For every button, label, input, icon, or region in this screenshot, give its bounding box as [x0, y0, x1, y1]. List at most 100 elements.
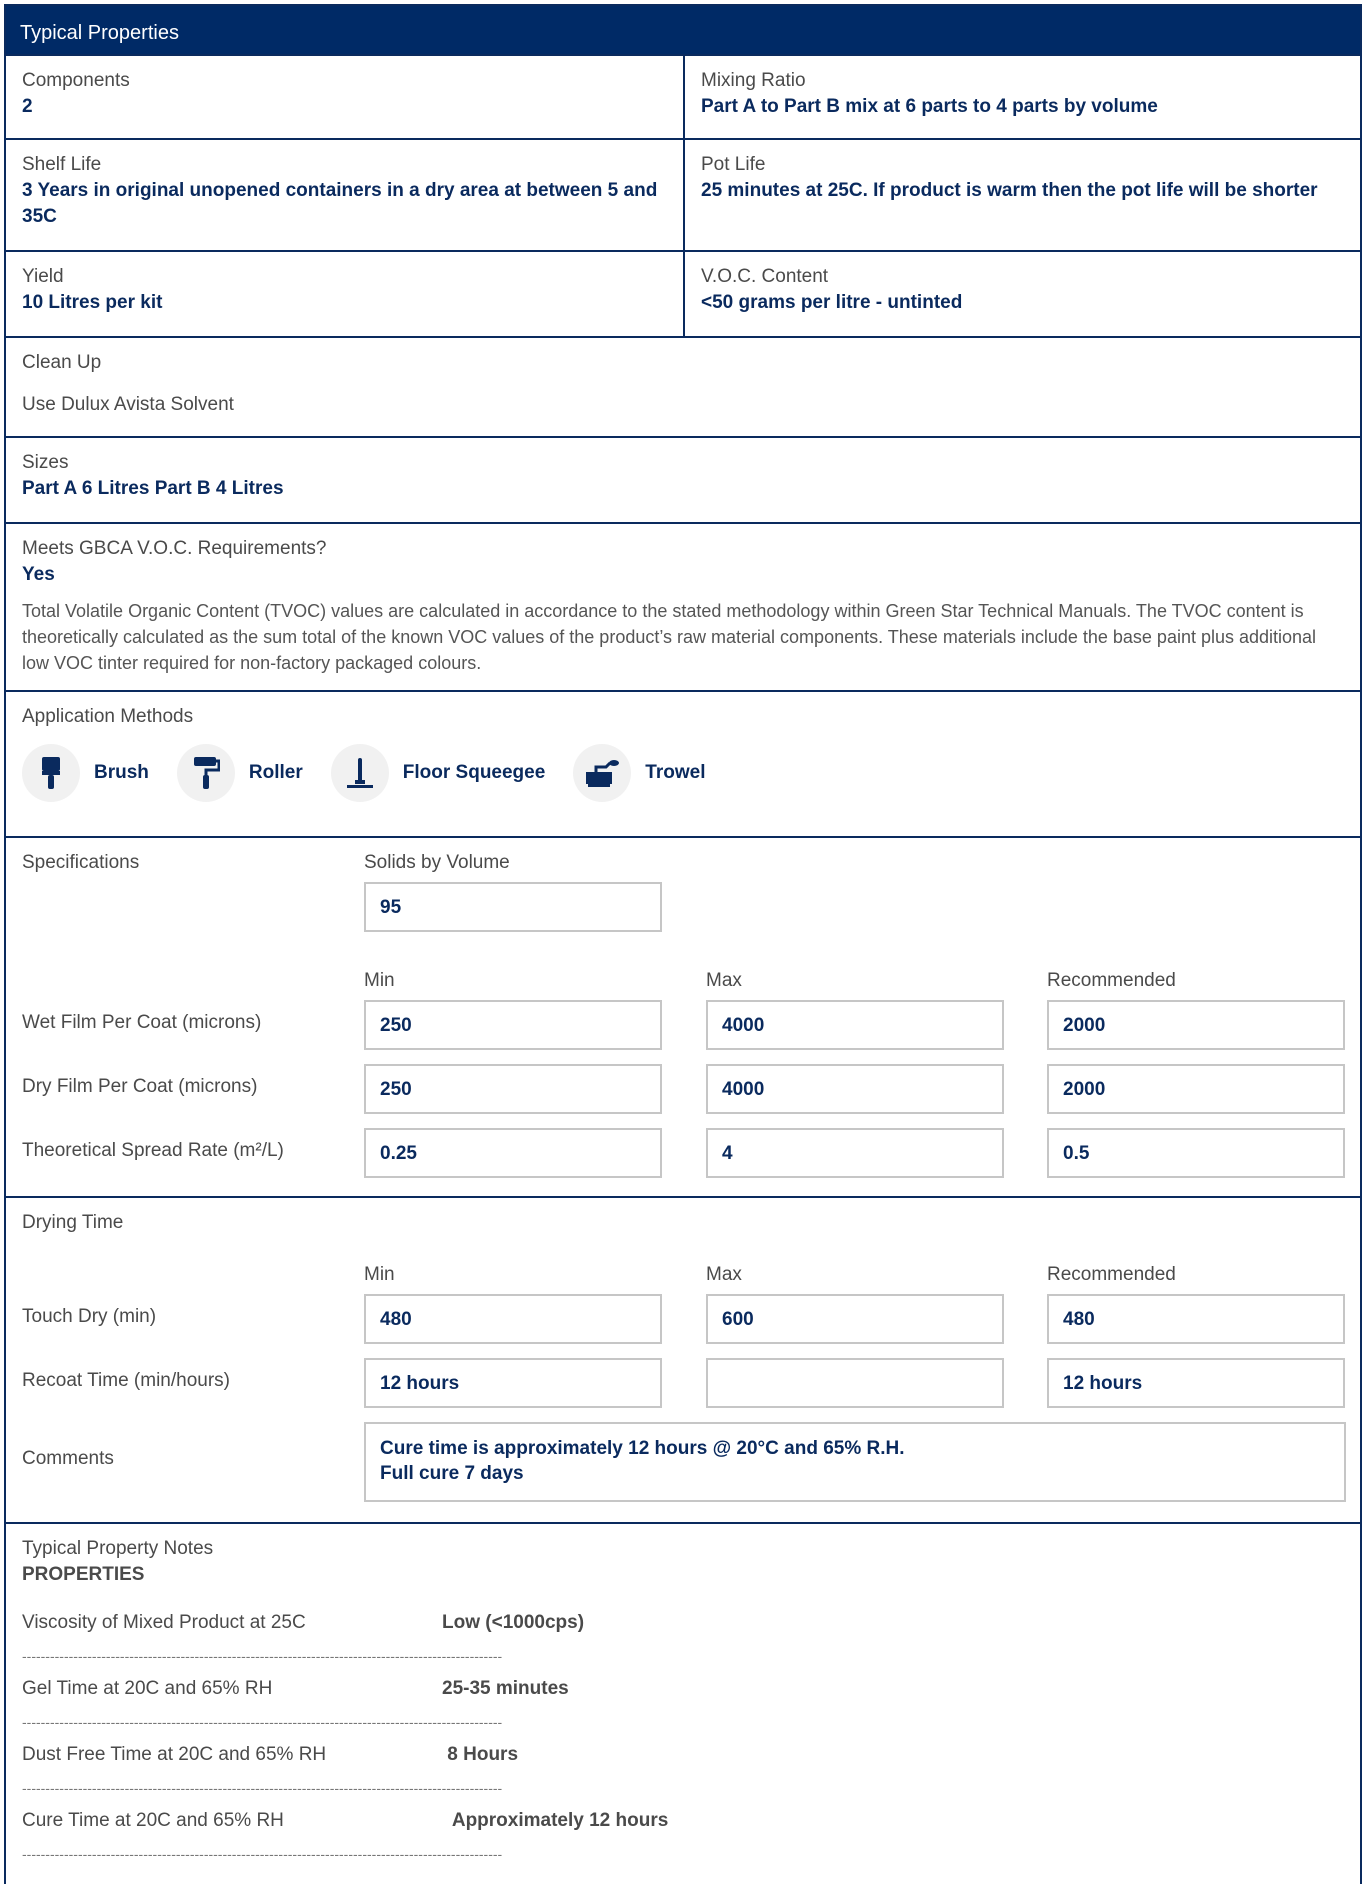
note-separator: ----------------------------------------… [22, 1846, 503, 1862]
mixing-ratio-cell: Mixing Ratio Part A to Part B mix at 6 p… [683, 56, 1360, 138]
squeegee-icon [330, 744, 389, 802]
col-recommended-label: Recommended [1047, 1264, 1176, 1285]
method-brush: Brush [22, 744, 149, 802]
components-value: 2 [22, 96, 33, 117]
dry-film-min-field[interactable]: 250 [364, 1064, 662, 1114]
wet-film-label: Wet Film Per Coat (microns) [22, 1012, 262, 1033]
yield-label: Yield [22, 266, 64, 287]
clean-up-cell: Clean Up Use Dulux Avista Solvent [6, 338, 250, 436]
col-min-label: Min [364, 970, 395, 991]
pot-life-cell: Pot Life 25 minutes at 25C. If product i… [683, 140, 1360, 250]
note-key: Gel Time at 20C and 65% RH [22, 1678, 273, 1699]
gbca-value: Yes [22, 564, 55, 585]
row-gbca: Meets GBCA V.O.C. Requirements? Yes Tota… [6, 522, 1360, 690]
row-drying-time: Drying Time Min Max Recommended Touch Dr… [6, 1196, 1360, 1522]
comments-label: Comments [22, 1448, 114, 1469]
row-sizes: Sizes Part A 6 Litres Part B 4 Litres [6, 436, 1360, 522]
notes-heading: PROPERTIES [22, 1564, 145, 1585]
row-clean-up: Clean Up Use Dulux Avista Solvent [6, 336, 1360, 436]
shelf-life-label: Shelf Life [22, 154, 102, 175]
voc-value: <50 grams per litre - untinted [701, 292, 963, 313]
pot-life-value: 25 minutes at 25C. If product is warm th… [701, 180, 1318, 201]
col-min-label: Min [364, 1264, 395, 1285]
wet-film-min-field[interactable]: 250 [364, 1000, 662, 1050]
clean-up-value: Use Dulux Avista Solvent [22, 394, 234, 415]
yield-cell: Yield 10 Litres per kit [6, 252, 683, 336]
mixing-ratio-label: Mixing Ratio [701, 70, 806, 91]
mixing-ratio-value: Part A to Part B mix at 6 parts to 4 par… [701, 96, 1158, 117]
col-max-label: Max [706, 1264, 742, 1285]
recoat-time-label: Recoat Time (min/hours) [22, 1370, 231, 1391]
sizes-value: Part A 6 Litres Part B 4 Litres [22, 478, 284, 499]
application-cell: Application Methods Brush Roller Floor S… [6, 692, 749, 836]
roller-icon [176, 744, 235, 802]
application-label: Application Methods [22, 706, 194, 727]
row-shelf-pot: Shelf Life 3 Years in original unopened … [6, 138, 1360, 250]
note-value: Low (<1000cps) [442, 1612, 585, 1633]
yield-value: 10 Litres per kit [22, 292, 163, 313]
method-floor-squeegee: Floor Squeegee [330, 744, 545, 802]
specifications-label: Specifications [22, 852, 140, 873]
touch-dry-label: Touch Dry (min) [22, 1306, 157, 1327]
note-row: Gel Time at 20C and 65% RH 25-35 minutes [22, 1676, 1344, 1702]
spread-rate-max-field[interactable]: 4 [706, 1128, 1004, 1178]
row-property-notes: Typical Property Notes PROPERTIES Viscos… [6, 1522, 1360, 1882]
comments-field[interactable]: Cure time is approximately 12 hours @ 20… [364, 1422, 1346, 1502]
note-key: Viscosity of Mixed Product at 25C [22, 1612, 306, 1633]
recoat-time-max-field[interactable] [706, 1358, 1004, 1408]
sizes-cell: Sizes Part A 6 Litres Part B 4 Litres [6, 438, 300, 522]
comments-line: Cure time is approximately 12 hours @ 20… [380, 1438, 905, 1459]
method-trowel: Trowel [573, 744, 705, 802]
components-cell: Components 2 [6, 56, 683, 138]
dry-film-label: Dry Film Per Coat (microns) [22, 1076, 258, 1097]
row-yield-voc: Yield 10 Litres per kit V.O.C. Content <… [6, 250, 1360, 336]
note-row: Cure Time at 20C and 65% RH Approximatel… [22, 1808, 1344, 1834]
shelf-life-cell: Shelf Life 3 Years in original unopened … [6, 140, 683, 250]
sizes-label: Sizes [22, 452, 69, 473]
trowel-icon [573, 744, 632, 802]
note-separator: ----------------------------------------… [22, 1648, 503, 1664]
note-value: 8 Hours [442, 1744, 519, 1765]
notes-label: Typical Property Notes [22, 1538, 214, 1559]
note-value: Approximately 12 hours [442, 1810, 669, 1831]
recoat-time-min-field[interactable]: 12 hours [364, 1358, 662, 1408]
note-separator: ----------------------------------------… [22, 1714, 503, 1730]
application-methods-list: Brush Roller Floor Squeegee Trowel [22, 744, 733, 802]
recoat-time-recommended-field[interactable]: 12 hours [1047, 1358, 1345, 1408]
pot-life-label: Pot Life [701, 154, 766, 175]
wet-film-recommended-field[interactable]: 2000 [1047, 1000, 1345, 1050]
note-row: Dust Free Time at 20C and 65% RH 8 Hours [22, 1742, 1344, 1768]
method-roller: Roller [176, 744, 303, 802]
spread-rate-min-field[interactable]: 0.25 [364, 1128, 662, 1178]
method-label: Trowel [645, 762, 706, 783]
panel-title: Typical Properties [6, 6, 1360, 54]
touch-dry-recommended-field[interactable]: 480 [1047, 1294, 1345, 1344]
drying-time-label: Drying Time [22, 1212, 124, 1233]
gbca-note: Total Volatile Organic Content (TVOC) va… [22, 601, 1317, 673]
row-application-methods: Application Methods Brush Roller Floor S… [6, 690, 1360, 836]
col-recommended-label: Recommended [1047, 970, 1176, 991]
touch-dry-max-field[interactable]: 600 [706, 1294, 1004, 1344]
typical-properties-panel: Typical Properties Components 2 Mixing R… [4, 4, 1362, 1884]
spread-rate-label: Theoretical Spread Rate (m²/L) [22, 1140, 284, 1161]
dry-film-max-field[interactable]: 4000 [706, 1064, 1004, 1114]
col-max-label: Max [706, 970, 742, 991]
note-key: Dust Free Time at 20C and 65% RH [22, 1744, 327, 1765]
touch-dry-min-field[interactable]: 480 [364, 1294, 662, 1344]
components-label: Components [22, 70, 130, 91]
dry-film-recommended-field[interactable]: 2000 [1047, 1064, 1345, 1114]
voc-cell: V.O.C. Content <50 grams per litre - unt… [683, 252, 1360, 336]
method-label: Roller [248, 762, 303, 783]
note-separator: ----------------------------------------… [22, 1780, 503, 1796]
gbca-cell: Meets GBCA V.O.C. Requirements? Yes Tota… [6, 524, 1360, 690]
solids-label: Solids by Volume [364, 852, 510, 873]
solids-field[interactable]: 95 [364, 882, 662, 932]
shelf-life-value: 3 Years in original unopened containers … [22, 180, 658, 227]
wet-film-max-field[interactable]: 4000 [706, 1000, 1004, 1050]
note-key: Cure Time at 20C and 65% RH [22, 1810, 284, 1831]
notes-cell: Typical Property Notes PROPERTIES Viscos… [6, 1524, 1360, 1882]
spread-rate-recommended-field[interactable]: 0.5 [1047, 1128, 1345, 1178]
row-components: Components 2 Mixing Ratio Part A to Part… [6, 54, 1360, 138]
gbca-label: Meets GBCA V.O.C. Requirements? [22, 538, 327, 559]
comments-line: Full cure 7 days [380, 1463, 524, 1484]
